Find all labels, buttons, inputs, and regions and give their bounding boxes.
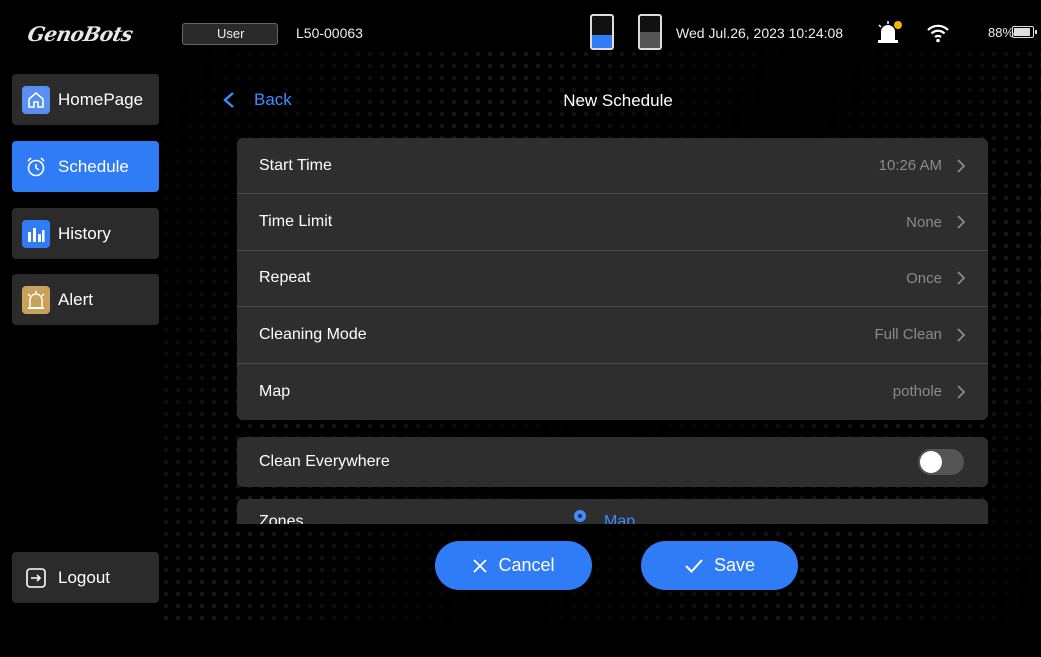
setting-value: pothole	[892, 383, 942, 401]
setting-value: None	[906, 213, 942, 231]
setting-value: 10:26 AM	[878, 157, 942, 175]
radio-selected-icon[interactable]	[574, 510, 586, 522]
setting-label: Map	[259, 382, 291, 400]
clean-everywhere-label: Clean Everywhere	[259, 453, 390, 470]
setting-value: Once	[906, 269, 942, 287]
setting-row-repeat[interactable]: Repeat Once	[237, 251, 988, 308]
chevron-right-icon	[957, 385, 966, 399]
bottom-bar	[0, 622, 1041, 657]
sidebar-item-homepage[interactable]: HomePage	[12, 74, 159, 125]
sidebar-item-label: Alert	[58, 289, 93, 309]
close-icon	[473, 558, 488, 573]
setting-row-cleaning-mode[interactable]: Cleaning Mode Full Clean	[237, 307, 988, 364]
zones-option-map[interactable]: Map	[604, 513, 635, 524]
back-label: Back	[254, 90, 292, 109]
user-badge[interactable]: User	[182, 23, 278, 45]
chevron-right-icon	[957, 328, 966, 342]
battery-icon	[1012, 26, 1037, 38]
clean-everywhere-toggle[interactable]	[918, 449, 964, 475]
setting-label: Start Time	[259, 156, 332, 174]
alarm-light-icon[interactable]	[876, 20, 902, 44]
wifi-icon	[927, 24, 949, 43]
clean-everywhere-row: Clean Everywhere	[237, 437, 988, 487]
setting-label: Repeat	[259, 269, 311, 287]
setting-label: Cleaning Mode	[259, 325, 367, 343]
save-label: Save	[713, 555, 756, 575]
zones-row: Zones Map	[237, 499, 988, 524]
sidebar-item-label: History	[58, 223, 111, 243]
setting-row-map[interactable]: Map pothole	[237, 364, 988, 420]
page-title: New Schedule	[563, 91, 673, 110]
save-button[interactable]: Save	[641, 541, 798, 590]
sidebar-item-history[interactable]: History	[12, 208, 159, 259]
robot-id: L50-00063	[296, 25, 363, 41]
sidebar-item-schedule[interactable]: Schedule	[12, 141, 159, 192]
zones-label: Zones	[259, 513, 304, 524]
logout-label: Logout	[58, 567, 110, 587]
bar-chart-icon	[22, 219, 50, 248]
alarm-clock-icon	[22, 153, 50, 181]
user-label: User	[217, 26, 245, 41]
chevron-right-icon	[957, 215, 966, 229]
chevron-right-icon	[957, 159, 966, 173]
logout-button[interactable]: Logout	[12, 552, 159, 603]
check-icon	[685, 558, 703, 573]
clean-water-tank-icon	[590, 14, 614, 50]
cancel-button[interactable]: Cancel	[435, 541, 592, 590]
back-button[interactable]: Back	[222, 90, 292, 110]
sidebar-item-alert[interactable]: Alert	[12, 274, 159, 325]
brand-logo: GenoBots	[25, 22, 135, 46]
home-icon	[22, 85, 50, 114]
sidebar-item-label: HomePage	[58, 89, 144, 109]
alarm-light-icon	[22, 285, 50, 314]
setting-value: Full Clean	[874, 326, 942, 344]
setting-row-start-time[interactable]: Start Time 10:26 AM	[237, 138, 988, 195]
setting-row-time-limit[interactable]: Time Limit None	[237, 194, 988, 251]
cancel-label: Cancel	[498, 555, 555, 575]
logout-icon	[22, 564, 50, 592]
sidebar-item-label: Schedule	[58, 156, 129, 176]
chevron-right-icon	[957, 271, 966, 286]
toggle-knob	[920, 451, 942, 473]
chevron-left-icon	[223, 92, 234, 108]
datetime: Wed Jul.26, 2023 10:24:08	[676, 25, 844, 41]
battery-percentage: 88%	[988, 25, 1015, 40]
dirty-water-tank-icon	[638, 14, 662, 50]
schedule-settings-card: Start Time 10:26 AM Time Limit None Repe…	[237, 138, 988, 420]
setting-label: Time Limit	[259, 213, 333, 231]
status-bar: GenoBots User L50-00063 Wed Jul.26, 2023…	[0, 0, 1041, 50]
